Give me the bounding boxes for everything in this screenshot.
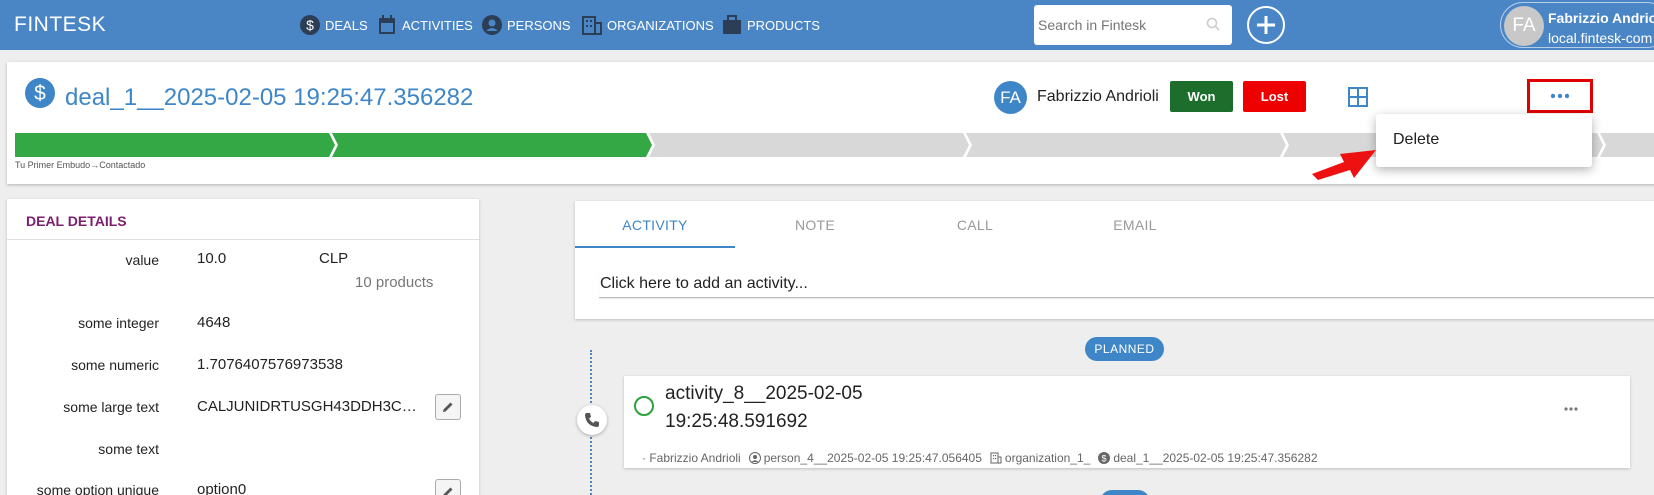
- pipeline-stage-1[interactable]: [15, 133, 335, 157]
- activity-organization-link[interactable]: organization_1_: [990, 451, 1090, 465]
- pipeline-stage-4[interactable]: [966, 133, 1286, 157]
- activity-meta: · Fabrizzio Andrioli person_4__2025-02-0…: [642, 451, 1326, 465]
- pipeline-stage-6[interactable]: [1600, 133, 1654, 157]
- field-label-some-large-text: some large text: [63, 399, 159, 415]
- field-label-some-numeric: some numeric: [71, 357, 159, 373]
- plus-icon: [1257, 16, 1275, 34]
- activity-organization: organization_1_: [1004, 451, 1091, 465]
- deal-title: deal_1__2025-02-05 19:25:47.356282: [65, 84, 474, 111]
- details-header: DEAL DETAILS: [26, 213, 127, 229]
- user-host: local.fintesk-com: [1548, 30, 1653, 46]
- dollar-circle-icon: $: [25, 78, 55, 113]
- dollar-circle-icon: $: [1098, 452, 1111, 464]
- deal-details-panel: DEAL DETAILS value 10.0 CLP 10 products …: [7, 199, 479, 495]
- delete-menu-item[interactable]: Delete: [1393, 131, 1439, 149]
- pencil-icon: [443, 487, 453, 495]
- top-navbar: FINTESK $ DEALS ACTIVITIES PERSONS ORGAN…: [0, 0, 1654, 50]
- avatar: FA: [1504, 6, 1544, 46]
- active-tab-indicator: [575, 246, 735, 248]
- svg-text:$: $: [1102, 454, 1107, 464]
- activity-deal-link[interactable]: $ deal_1__2025-02-05 19:25:47.356282: [1098, 451, 1318, 465]
- activity-title[interactable]: activity_8__2025-02-05 19:25:48.591692: [665, 380, 965, 436]
- tab-email[interactable]: EMAIL: [1055, 217, 1215, 233]
- nav-item-products[interactable]: PRODUCTS: [722, 14, 820, 36]
- briefcase-icon: [722, 15, 742, 35]
- nav-label-deals: DEALS: [325, 17, 368, 33]
- tab-call[interactable]: CALL: [895, 217, 1055, 233]
- status-badge: [1100, 490, 1150, 495]
- annotation-arrow-icon: [1312, 150, 1376, 180]
- field-value-some-option-unique[interactable]: option0: [197, 481, 246, 495]
- tab-activity[interactable]: ACTIVITY: [575, 217, 735, 233]
- nav-label-persons: PERSONS: [507, 17, 571, 33]
- field-value-some-numeric[interactable]: 1.7076407576973538: [197, 356, 343, 373]
- nav-label-organizations: ORGANIZATIONS: [607, 17, 714, 33]
- nav-label-products: PRODUCTS: [747, 17, 820, 33]
- add-activity-input[interactable]: Click here to add an activity...: [599, 272, 1654, 298]
- more-horizontal-icon: [1550, 93, 1570, 99]
- nav-item-activities[interactable]: ACTIVITIES: [377, 14, 473, 36]
- divider: [7, 239, 479, 240]
- complete-activity-checkbox[interactable]: [634, 396, 654, 416]
- field-label-some-option-unique: some option unique: [36, 482, 159, 495]
- person-icon: [748, 452, 761, 464]
- activity-type-badge: [577, 405, 607, 435]
- search-input[interactable]: [1034, 5, 1194, 45]
- edit-option-button[interactable]: [435, 479, 461, 495]
- field-value-some-large-text[interactable]: CALJUNIDRTUSGH43DDH3C…: [197, 398, 417, 415]
- activity-person: person_4__2025-02-05 19:25:47.056405: [763, 451, 982, 465]
- svg-text:$: $: [34, 82, 46, 105]
- pipeline-stage-3[interactable]: [649, 133, 969, 157]
- nav-item-persons[interactable]: PERSONS: [482, 14, 571, 36]
- products-count-link[interactable]: 10 products: [355, 274, 433, 291]
- planned-badge: PLANNED: [1085, 337, 1164, 361]
- field-value-value[interactable]: 10.0: [197, 250, 226, 267]
- activity-person-link[interactable]: person_4__2025-02-05 19:25:47.056405: [748, 451, 982, 465]
- owner-avatar[interactable]: FA: [994, 81, 1027, 114]
- owner-name[interactable]: Fabrizzio Andrioli: [1037, 88, 1159, 106]
- dollar-circle-icon: $: [300, 15, 320, 35]
- field-label-some-integer: some integer: [78, 315, 159, 331]
- activity-composer: ACTIVITY NOTE CALL EMAIL Click here to a…: [575, 201, 1654, 319]
- brand-logo[interactable]: FINTESK: [14, 13, 106, 37]
- pipeline-label: Tu Primer Embudo→Contactado: [15, 160, 146, 170]
- search-box: [1034, 5, 1232, 45]
- building-icon: [990, 452, 1002, 464]
- field-label-some-text: some text: [98, 441, 159, 457]
- pencil-icon: [443, 402, 453, 412]
- phone-icon: [585, 413, 599, 427]
- lost-button[interactable]: Lost: [1243, 81, 1306, 112]
- calendar-icon: [377, 15, 397, 35]
- activity-owner: · Fabrizzio Andrioli: [642, 451, 741, 465]
- building-icon: [582, 15, 602, 35]
- won-button[interactable]: Won: [1170, 81, 1233, 112]
- grid-icon[interactable]: [1348, 87, 1368, 112]
- more-horizontal-icon[interactable]: [1564, 398, 1578, 416]
- tab-note[interactable]: NOTE: [735, 217, 895, 233]
- nav-item-organizations[interactable]: ORGANIZATIONS: [582, 14, 714, 36]
- nav-item-deals[interactable]: $ DEALS: [300, 14, 368, 36]
- user-name: Fabrizzio Andrioli: [1548, 10, 1654, 26]
- pipeline-stage-2[interactable]: [332, 133, 652, 157]
- search-icon[interactable]: [1206, 17, 1220, 36]
- nav-label-activities: ACTIVITIES: [402, 17, 473, 33]
- more-options-menu: Delete: [1376, 114, 1592, 167]
- svg-text:$: $: [306, 17, 314, 33]
- person-icon: [482, 15, 502, 35]
- user-menu[interactable]: FA Fabrizzio Andrioli local.fintesk-com: [1500, 2, 1654, 48]
- activity-card[interactable]: activity_8__2025-02-05 19:25:48.591692 ·…: [624, 376, 1630, 468]
- more-options-button[interactable]: [1527, 79, 1593, 113]
- field-value-currency[interactable]: CLP: [319, 250, 348, 267]
- activity-deal: deal_1__2025-02-05 19:25:47.356282: [1113, 451, 1318, 465]
- edit-large-text-button[interactable]: [435, 394, 461, 420]
- field-label-value: value: [125, 252, 159, 268]
- add-new-button[interactable]: [1247, 6, 1285, 44]
- field-value-some-integer[interactable]: 4648: [197, 314, 230, 331]
